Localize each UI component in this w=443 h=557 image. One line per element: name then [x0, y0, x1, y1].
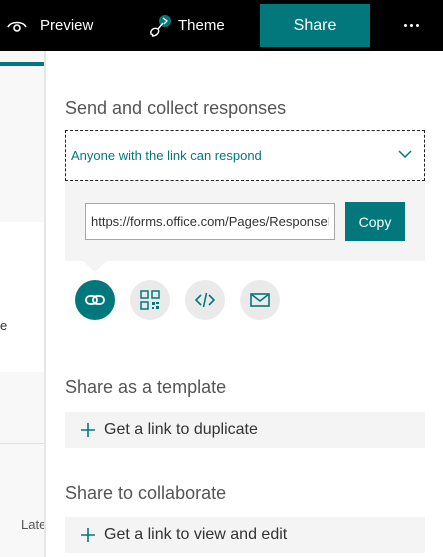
email-icon	[250, 293, 270, 307]
background-text: e	[0, 318, 8, 333]
preview-label: Preview	[40, 17, 94, 34]
eye-icon	[7, 21, 27, 32]
share-embed-button[interactable]	[185, 280, 225, 320]
link-box-pointer	[83, 261, 107, 272]
theme-button[interactable]: Theme	[146, 0, 225, 51]
background-card	[0, 222, 45, 372]
copy-button[interactable]: Copy	[345, 202, 405, 241]
audience-dropdown[interactable]: Anyone with the link can respond	[65, 130, 425, 181]
plus-icon	[81, 528, 95, 542]
share-email-button[interactable]	[240, 280, 280, 320]
view-edit-label: Get a link to view and edit	[104, 526, 288, 543]
theme-label: Theme	[178, 17, 225, 34]
top-bar: Preview Theme Share	[0, 0, 443, 51]
view-edit-link-button[interactable]: Get a link to view and edit	[65, 517, 425, 553]
audience-value: Anyone with the link can respond	[71, 148, 262, 163]
share-qr-button[interactable]	[130, 280, 170, 320]
duplicate-label: Get a link to duplicate	[104, 421, 258, 438]
qr-code-icon	[140, 290, 160, 310]
plus-icon	[81, 423, 95, 437]
duplicate-link-button[interactable]: Get a link to duplicate	[65, 412, 425, 448]
link-icon	[85, 295, 105, 305]
send-heading: Send and collect responses	[65, 98, 287, 118]
share-link-button[interactable]	[75, 280, 115, 320]
tab-indicator	[0, 62, 45, 66]
collab-heading: Share to collaborate	[65, 483, 227, 503]
background-divider	[0, 443, 45, 444]
chevron-down-icon	[398, 150, 412, 159]
background-text-bottom: Late	[21, 517, 45, 532]
paint-brush-icon	[150, 14, 171, 37]
template-heading: Share as a template	[65, 377, 227, 397]
more-icon[interactable]	[398, 14, 424, 36]
link-url-field[interactable]	[85, 203, 335, 240]
preview-button[interactable]: Preview	[6, 0, 93, 51]
embed-code-icon	[194, 292, 216, 308]
share-button[interactable]: Share	[260, 4, 370, 47]
